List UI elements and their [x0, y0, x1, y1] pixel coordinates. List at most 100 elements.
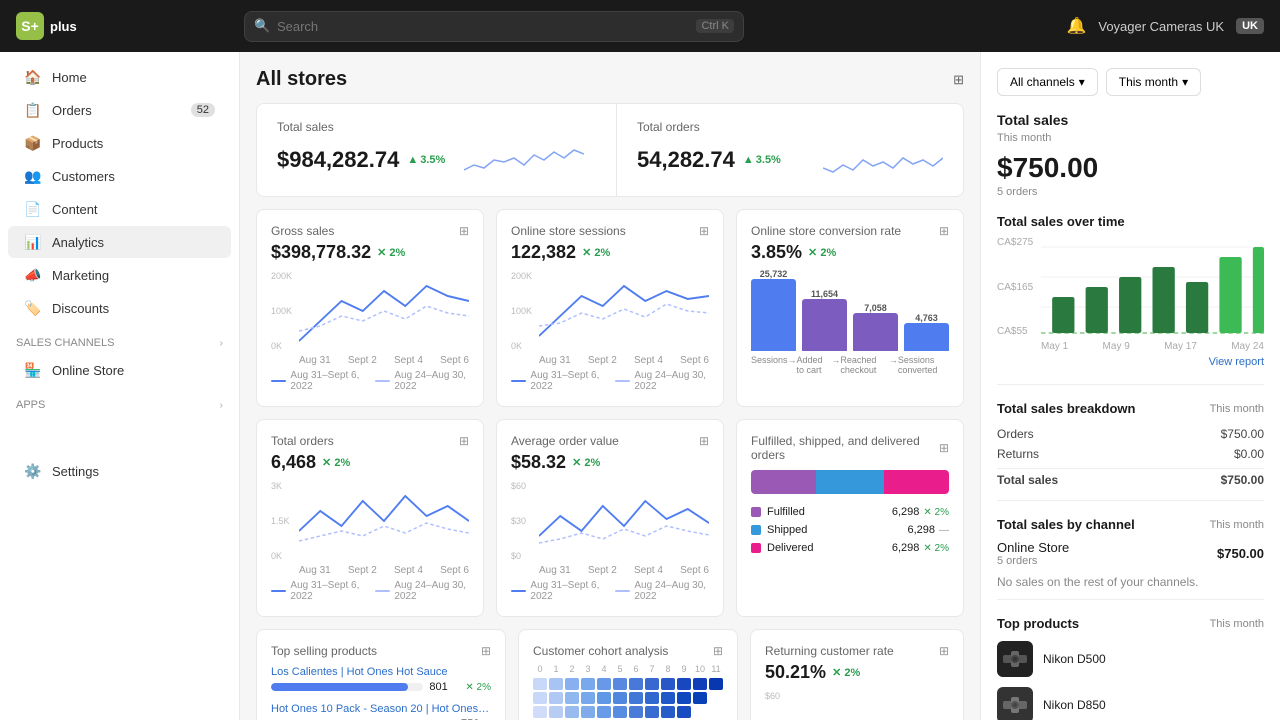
rp-channel-row: Online Store 5 orders $750.00: [997, 540, 1264, 567]
bar-1: [802, 299, 847, 351]
charts-row-1: Gross sales ⊞ $398,778.32 ✕ 2% 200K 100K…: [256, 209, 964, 407]
sidebar-item-products[interactable]: 📦 Products: [8, 127, 231, 159]
fulfilled-card: Fulfilled, shipped, and delivered orders…: [736, 419, 964, 617]
shopify-logo[interactable]: S+ plus: [16, 12, 77, 40]
rp-top-products-header: Top products This month: [997, 616, 1264, 631]
bar-3: [904, 323, 949, 351]
bell-icon[interactable]: 🔔: [1066, 16, 1086, 36]
rp-channel-date: This month: [1210, 519, 1264, 531]
conversion-menu-icon[interactable]: ⊞: [939, 224, 949, 238]
total-orders-menu-icon[interactable]: ⊞: [459, 434, 469, 448]
rp-product-name-1: Nikon D850: [1043, 698, 1106, 712]
sidebar-item-label-analytics: Analytics: [52, 235, 104, 250]
bar-2: [853, 313, 898, 351]
main-content-panel: All stores ⊞ Total sales $984,282.74 ▲3.…: [240, 52, 980, 720]
orders-icon: 📋: [24, 101, 42, 119]
rp-sales-over-time-header: Total sales over time: [997, 214, 1264, 229]
sessions-menu-icon[interactable]: ⊞: [699, 224, 709, 238]
sidebar-item-label-settings: Settings: [52, 464, 99, 479]
bar-val-1: 11,654: [811, 289, 838, 299]
fulfilled-menu-icon[interactable]: ⊞: [939, 441, 949, 455]
sidebar-item-label-marketing: Marketing: [52, 268, 109, 283]
fulfilled-legend: Fulfilled 6,298 ✕ 2% Shipped: [751, 506, 949, 554]
sidebar-item-online-store[interactable]: 🏪 Online Store: [8, 354, 231, 386]
sidebar-item-analytics[interactable]: 📊 Analytics: [8, 226, 231, 258]
section-arrow-icon: ›: [220, 338, 223, 349]
total-orders-value: 54,282.74 ▲3.5%: [637, 147, 781, 173]
analytics-icon: 📊: [24, 233, 42, 251]
sales-channels-label: Sales channels: [16, 337, 114, 349]
top-products-menu-icon[interactable]: ⊞: [481, 644, 491, 658]
rp-sales-chart: CA$275 CA$165 CA$55: [997, 237, 1264, 337]
chevron-down-icon-2: ▾: [1182, 75, 1188, 89]
avg-order-title: Average order value: [511, 434, 619, 448]
rp-breakdown-orders: Orders $750.00: [997, 424, 1264, 444]
cohort-title: Customer cohort analysis: [533, 644, 668, 658]
top-products-title: Top selling products: [271, 644, 377, 658]
rp-channel-value: $750.00: [1217, 546, 1264, 561]
store-name-label: Voyager Cameras UK: [1098, 19, 1224, 34]
returning-rate-menu-icon[interactable]: ⊞: [939, 644, 949, 658]
uk-badge: UK: [1236, 18, 1264, 34]
returning-rate-title: Returning customer rate: [765, 644, 894, 658]
rp-view-report-link[interactable]: View report: [997, 356, 1264, 368]
sidebar-item-label-orders: Orders: [52, 103, 92, 118]
sessions-x-labels: Aug 31 Sept 2 Sept 4 Sept 6: [539, 355, 709, 366]
topbar-right: 🔔 Voyager Cameras UK UK: [1066, 16, 1264, 36]
rp-no-sales-text: No sales on the rest of your channels.: [997, 575, 1264, 589]
sidebar-item-home[interactable]: 🏠 Home: [8, 61, 231, 93]
all-channels-btn[interactable]: All channels ▾: [997, 68, 1098, 96]
sessions-chart: 200K 100K 0K: [511, 271, 709, 351]
sidebar-item-label-customers: Customers: [52, 169, 115, 184]
rp-breakdown-date: This month: [1210, 403, 1264, 415]
sessions-title: Online store sessions: [511, 224, 626, 238]
content-area: All stores ⊞ Total sales $984,282.74 ▲3.…: [240, 52, 1280, 720]
grid-view-icon[interactable]: ⊞: [953, 72, 964, 88]
returning-rate-value: 50.21% ✕ 2%: [765, 662, 949, 683]
product-name-1: Hot Ones 10 Pack - Season 20 | Hot Ones …: [271, 703, 491, 715]
avg-order-card: Average order value ⊞ $58.32 ✕ 2% $60 $3…: [496, 419, 724, 617]
total-sales-trend: ▲3.5%: [407, 154, 445, 166]
gross-sales-x-labels: Aug 31 Sept 2 Sept 4 Sept 6: [299, 355, 469, 366]
apps-label: Apps: [16, 399, 45, 411]
search-bar: 🔍 Ctrl K: [244, 11, 744, 42]
bar-val-0: 25,732: [760, 269, 788, 279]
total-orders-label: Total orders: [637, 120, 943, 134]
sidebar-item-label-products: Products: [52, 136, 103, 151]
returning-rate-chart: $60 $30: [765, 691, 949, 720]
avg-order-menu-icon[interactable]: ⊞: [699, 434, 709, 448]
sidebar-item-settings[interactable]: ⚙️ Settings: [8, 455, 231, 487]
search-input[interactable]: [244, 11, 744, 42]
bar-0: [751, 279, 796, 351]
total-orders-chart-title: Total orders: [271, 434, 334, 448]
this-month-btn[interactable]: This month ▾: [1106, 68, 1201, 96]
cohort-menu-icon[interactable]: ⊞: [713, 644, 723, 658]
total-sales-summary: Total sales $984,282.74 ▲3.5%: [257, 104, 604, 196]
sidebar-item-marketing[interactable]: 📣 Marketing: [8, 259, 231, 291]
rp-channel-header: Total sales by channel This month: [997, 517, 1264, 532]
sidebar-item-orders[interactable]: 📋 Orders 52: [8, 94, 231, 126]
top-products-card: Top selling products ⊞ Los Calientes | H…: [256, 629, 506, 720]
settings-icon: ⚙️: [24, 462, 42, 480]
sidebar-item-discounts[interactable]: 🏷️ Discounts: [8, 292, 231, 324]
shopify-plus-label: plus: [50, 19, 77, 34]
main-layout: 🏠 Home 📋 Orders 52 📦 Products 👥 Customer…: [0, 52, 1280, 720]
rp-breakdown-returns: Returns $0.00: [997, 444, 1264, 464]
returning-rate-trend: ✕ 2%: [832, 666, 860, 679]
conversion-value: 3.85% ✕ 2%: [751, 242, 949, 263]
bar-val-3: 4,763: [915, 313, 938, 323]
sidebar-item-content[interactable]: 📄 Content: [8, 193, 231, 225]
avg-order-chart-area: $60 $30 $0: [511, 481, 709, 561]
rp-total-sales-value: $750.00: [997, 152, 1264, 184]
rp-breakdown-header: Total sales breakdown This month: [997, 401, 1264, 416]
total-orders-chart-area: 3K 1.5K 0K: [271, 481, 469, 561]
rp-sales-over-time-label: Total sales over time: [997, 214, 1125, 229]
customers-icon: 👥: [24, 167, 42, 185]
total-orders-trend: ▲3.5%: [743, 154, 781, 166]
product-thumb-0: [997, 641, 1033, 677]
gross-sales-menu-icon[interactable]: ⊞: [459, 224, 469, 238]
sidebar-item-label-discounts: Discounts: [52, 301, 109, 316]
sidebar-item-customers[interactable]: 👥 Customers: [8, 160, 231, 192]
product-trend-0: ✕ 2%: [465, 682, 491, 693]
list-item: Nikon D850: [997, 687, 1264, 720]
